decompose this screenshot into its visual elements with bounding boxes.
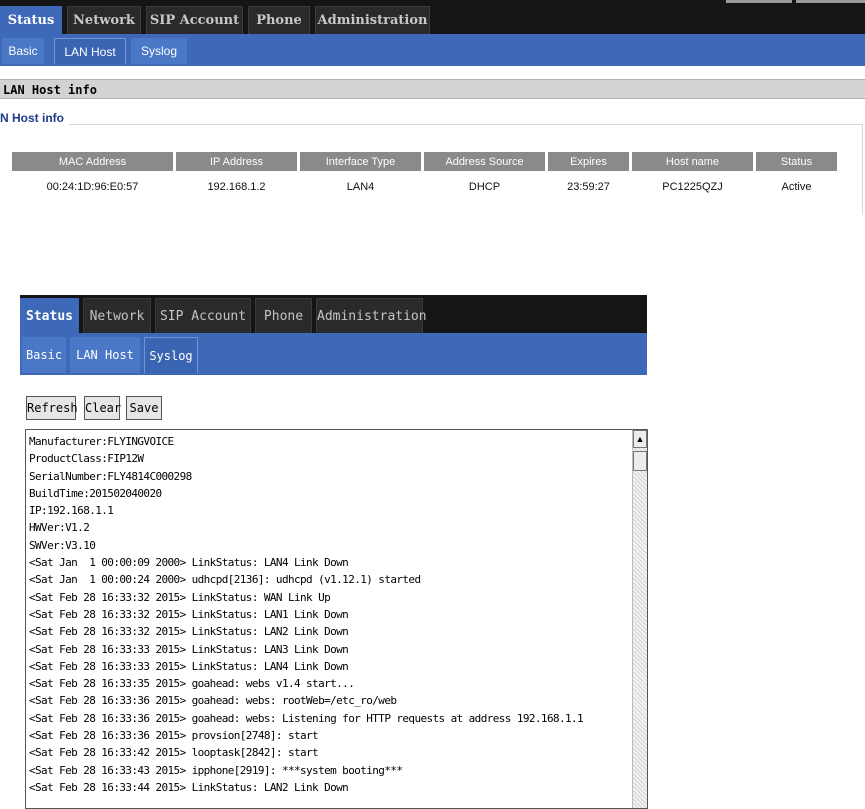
- log-line: <Sat Feb 28 16:33:44 2015> LinkStatus: L…: [29, 780, 349, 794]
- section-title: LAN Host info: [0, 79, 865, 99]
- cell-host-name: PC1225QZJ: [662, 181, 723, 193]
- log-line: HWVer:V1.2: [29, 521, 90, 535]
- log-line: <Sat Feb 28 16:33:43 2015> ipphone[2919]…: [29, 763, 403, 777]
- clear-button[interactable]: Clear: [84, 396, 121, 420]
- log-line: IP:192.168.1.1: [29, 504, 114, 518]
- top-main-nav: Status Network SIP Account Phone Adminis…: [0, 0, 865, 34]
- top-right-control[interactable]: [726, 0, 792, 3]
- subtab-lan-host[interactable]: LAN Host: [70, 337, 140, 373]
- subtab-syslog[interactable]: Syslog: [131, 38, 187, 64]
- log-line: <Sat Feb 28 16:33:36 2015> goahead: webs…: [29, 711, 584, 725]
- syslog-sub-nav: Basic LAN Host Syslog: [20, 333, 647, 375]
- log-line: Manufacturer:FLYINGVOICE: [29, 435, 174, 448]
- cell-expires: 23:59:27: [567, 181, 610, 193]
- tab-sip-account[interactable]: SIP Account: [146, 6, 243, 34]
- log-line: <Sat Feb 28 16:33:33 2015> LinkStatus: L…: [29, 659, 349, 673]
- log-line: <Sat Feb 28 16:33:36 2015> goahead: webs…: [29, 694, 397, 708]
- table-header-row: MAC Address IP Address Interface Type Ad…: [12, 152, 837, 171]
- scroll-up-arrow-icon[interactable]: ▲: [633, 430, 647, 448]
- syslog-lines: Manufacturer:FLYINGVOICE ProductClass:FIP…: [29, 433, 629, 796]
- log-line: <Sat Feb 28 16:33:32 2015> LinkStatus: L…: [29, 607, 349, 621]
- log-line: BuildTime:201502040020: [29, 486, 162, 500]
- log-line: <Sat Feb 28 16:33:32 2015> LinkStatus: W…: [29, 590, 331, 604]
- tab-status[interactable]: Status: [20, 298, 79, 333]
- cell-ip-address: 192.168.1.2: [207, 181, 266, 193]
- col-interface-type: Interface Type: [300, 152, 421, 171]
- subtab-syslog[interactable]: Syslog: [144, 337, 198, 373]
- cell-interface-type: LAN4: [346, 181, 375, 193]
- save-button[interactable]: Save: [126, 396, 162, 420]
- fieldset-legend: N Host info: [0, 111, 69, 125]
- log-line: ProductClass:FIP12W: [29, 452, 144, 466]
- tab-phone[interactable]: Phone: [255, 298, 312, 333]
- col-host-name: Host name: [632, 152, 753, 171]
- refresh-button[interactable]: Refresh: [26, 396, 78, 420]
- tab-administration[interactable]: Administration: [315, 6, 430, 34]
- cell-address-source: DHCP: [468, 181, 501, 193]
- subtab-lan-host[interactable]: LAN Host: [54, 38, 126, 64]
- log-line: <Sat Feb 28 16:33:33 2015> LinkStatus: L…: [29, 642, 349, 656]
- log-line: <Sat Jan 1 00:00:24 2000> udhcpd[2136]: …: [29, 573, 421, 587]
- lan-host-table: MAC Address IP Address Interface Type Ad…: [9, 152, 840, 203]
- cell-mac-address: 00:24:1D:96:E0:57: [46, 181, 139, 193]
- log-line: <Sat Jan 1 00:00:09 2000> LinkStatus: LA…: [29, 556, 349, 570]
- tab-phone[interactable]: Phone: [248, 6, 310, 34]
- table-row: 00:24:1D:96:E0:57 192.168.1.2 LAN4 DHCP …: [12, 171, 837, 203]
- cell-status: Active: [781, 181, 812, 193]
- col-status: Status: [756, 152, 837, 171]
- syslog-main-nav: Status Network SIP Account Phone Adminis…: [20, 295, 647, 333]
- tab-network[interactable]: Network: [83, 298, 151, 333]
- col-expires: Expires: [548, 152, 629, 171]
- tab-status[interactable]: Status: [0, 6, 62, 34]
- log-line: <Sat Feb 28 16:33:35 2015> goahead: webs…: [29, 677, 355, 691]
- col-mac-address: MAC Address: [12, 152, 173, 171]
- col-address-source: Address Source: [424, 152, 545, 171]
- scroll-thumb[interactable]: [633, 451, 647, 471]
- subtab-basic[interactable]: Basic: [2, 38, 44, 64]
- log-line: <Sat Feb 28 16:33:36 2015> provsion[2748…: [29, 729, 319, 743]
- log-line: SerialNumber:FLY4814C000298: [29, 469, 192, 483]
- subtab-basic[interactable]: Basic: [22, 337, 66, 373]
- tab-network[interactable]: Network: [67, 6, 141, 34]
- tab-sip-account[interactable]: SIP Account: [155, 298, 251, 333]
- top-right-control[interactable]: [796, 0, 865, 3]
- tab-administration[interactable]: Administration: [316, 298, 427, 333]
- vertical-scrollbar[interactable]: ▲: [632, 430, 647, 808]
- col-ip-address: IP Address: [176, 152, 297, 171]
- log-line: SWVer:V3.10: [29, 538, 96, 552]
- top-sub-nav: Basic LAN Host Syslog: [0, 34, 865, 66]
- log-line: <Sat Feb 28 16:33:32 2015> LinkStatus: L…: [29, 625, 349, 639]
- syslog-textarea[interactable]: Manufacturer:FLYINGVOICE ProductClass:FIP…: [25, 429, 648, 809]
- log-line: <Sat Feb 28 16:33:42 2015> looptask[2842…: [29, 746, 319, 760]
